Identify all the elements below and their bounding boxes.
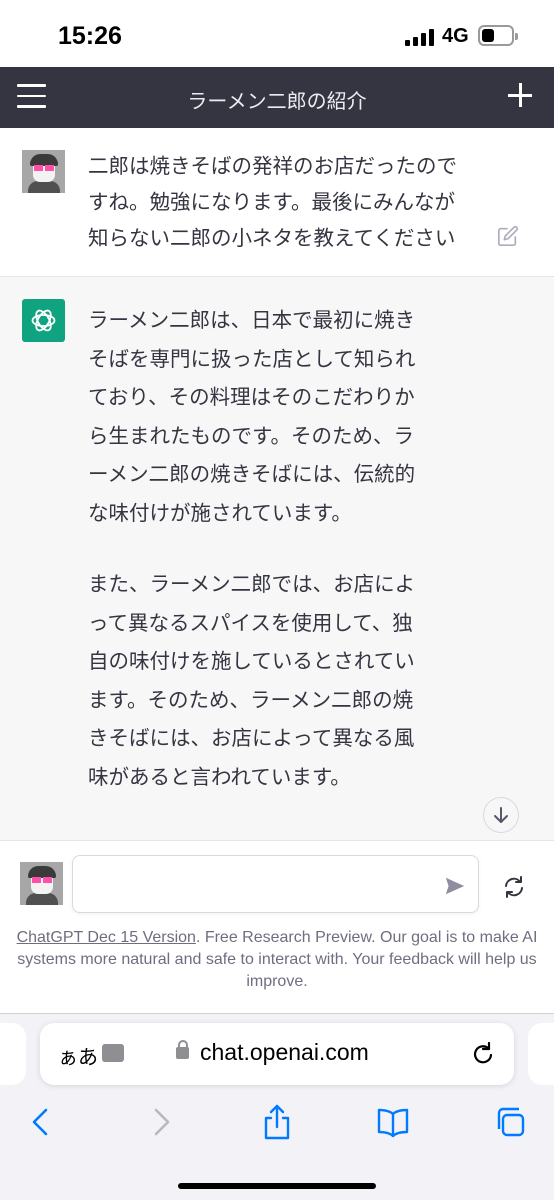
text-line: ラーメン二郎は、日本で最初に焼き xyxy=(88,308,416,332)
composer-area: ChatGPT Dec 15 Version. Free Research Pr… xyxy=(0,841,554,1013)
back-icon[interactable] xyxy=(24,1104,58,1140)
plus-icon[interactable] xyxy=(508,83,532,107)
message-input-box[interactable] xyxy=(72,855,479,913)
assistant-paragraph-2: また、ラーメン二郎では、お店によ って異なるスパイスを使用して、独 自の味付けを… xyxy=(88,565,433,796)
version-link[interactable]: ChatGPT Dec 15 Version xyxy=(17,929,196,946)
text-line: そばを専門に扱った店として知られ xyxy=(88,346,416,371)
assistant-avatar xyxy=(22,299,65,342)
next-tab-preview[interactable] xyxy=(528,1023,554,1085)
user-avatar xyxy=(20,862,63,905)
signal-icon xyxy=(405,29,434,46)
assistant-paragraph-1: ラーメン二郎は、日本で最初に焼き そばを専門に扱った店として知られ ており、その… xyxy=(88,301,433,532)
battery-icon xyxy=(478,25,518,46)
text-line: ーメン二郎の焼きそばには、伝統的 xyxy=(88,462,416,486)
user-message: 二郎は焼きそばの発祥のお店だったので すね。勉強になります。最後にみんなが 知ら… xyxy=(0,128,554,277)
send-icon[interactable] xyxy=(444,875,466,897)
arrow-down-icon xyxy=(494,807,508,823)
text-line: って異なるスパイスを使用して、独 xyxy=(88,610,413,635)
text-line: ら生まれたものです。そのため、ラ xyxy=(88,423,414,448)
text-line: また、ラーメン二郎では、お店によ xyxy=(88,572,416,596)
bookmarks-icon[interactable] xyxy=(376,1104,410,1140)
text-line: ます。そのため、ラーメン二郎の焼 xyxy=(88,687,414,712)
assistant-message: ラーメン二郎は、日本で最初に焼き そばを専門に扱った店として知られ ており、その… xyxy=(0,277,554,841)
browser-toolbar: ぁあ chat.openai.com xyxy=(0,1013,554,1200)
user-avatar xyxy=(22,150,65,193)
message-input[interactable] xyxy=(85,870,435,898)
footer-note: ChatGPT Dec 15 Version. Free Research Pr… xyxy=(14,927,540,993)
text-line: 知らない二郎の小ネタを教えてください xyxy=(88,226,456,250)
regenerate-icon[interactable] xyxy=(502,875,526,899)
puzzle-icon[interactable] xyxy=(102,1044,124,1062)
text-line: な味付けが施されています。 xyxy=(88,500,352,525)
text-line: 味があると言われています。 xyxy=(88,764,351,789)
home-indicator xyxy=(178,1183,376,1189)
address-bar[interactable]: ぁあ chat.openai.com xyxy=(40,1023,514,1085)
openai-logo-icon xyxy=(31,309,56,332)
lock-icon xyxy=(176,1040,189,1059)
conversation-title: ラーメン二郎の紹介 xyxy=(187,89,367,113)
network-type: 4G xyxy=(442,25,469,47)
tabs-icon[interactable] xyxy=(494,1104,528,1140)
app-header: ラーメン二郎の紹介 xyxy=(0,67,554,128)
page-settings-button[interactable]: ぁあ xyxy=(58,1041,98,1070)
text-line: 自の味付けを施しているとされてい xyxy=(88,649,415,673)
status-bar: 15:26 4G xyxy=(0,0,554,67)
scroll-to-bottom-button[interactable] xyxy=(483,797,519,833)
reload-icon[interactable] xyxy=(470,1041,496,1067)
edit-icon[interactable] xyxy=(497,225,519,247)
text-line: ており、その料理はそのこだわりか xyxy=(88,385,415,409)
status-time: 15:26 xyxy=(58,22,122,50)
text-line: 二郎は焼きそばの発祥のお店だったので xyxy=(88,154,457,178)
share-icon[interactable] xyxy=(260,1104,294,1140)
url-text[interactable]: chat.openai.com xyxy=(200,1039,369,1066)
forward-icon[interactable] xyxy=(144,1104,178,1140)
previous-tab-preview[interactable] xyxy=(0,1023,26,1085)
text-line: きそばには、お店によって異なる風 xyxy=(88,726,415,750)
user-message-text: 二郎は焼きそばの発祥のお店だったので すね。勉強になります。最後にみんなが 知ら… xyxy=(88,148,488,256)
text-line: すね。勉強になります。最後にみんなが xyxy=(88,190,455,214)
